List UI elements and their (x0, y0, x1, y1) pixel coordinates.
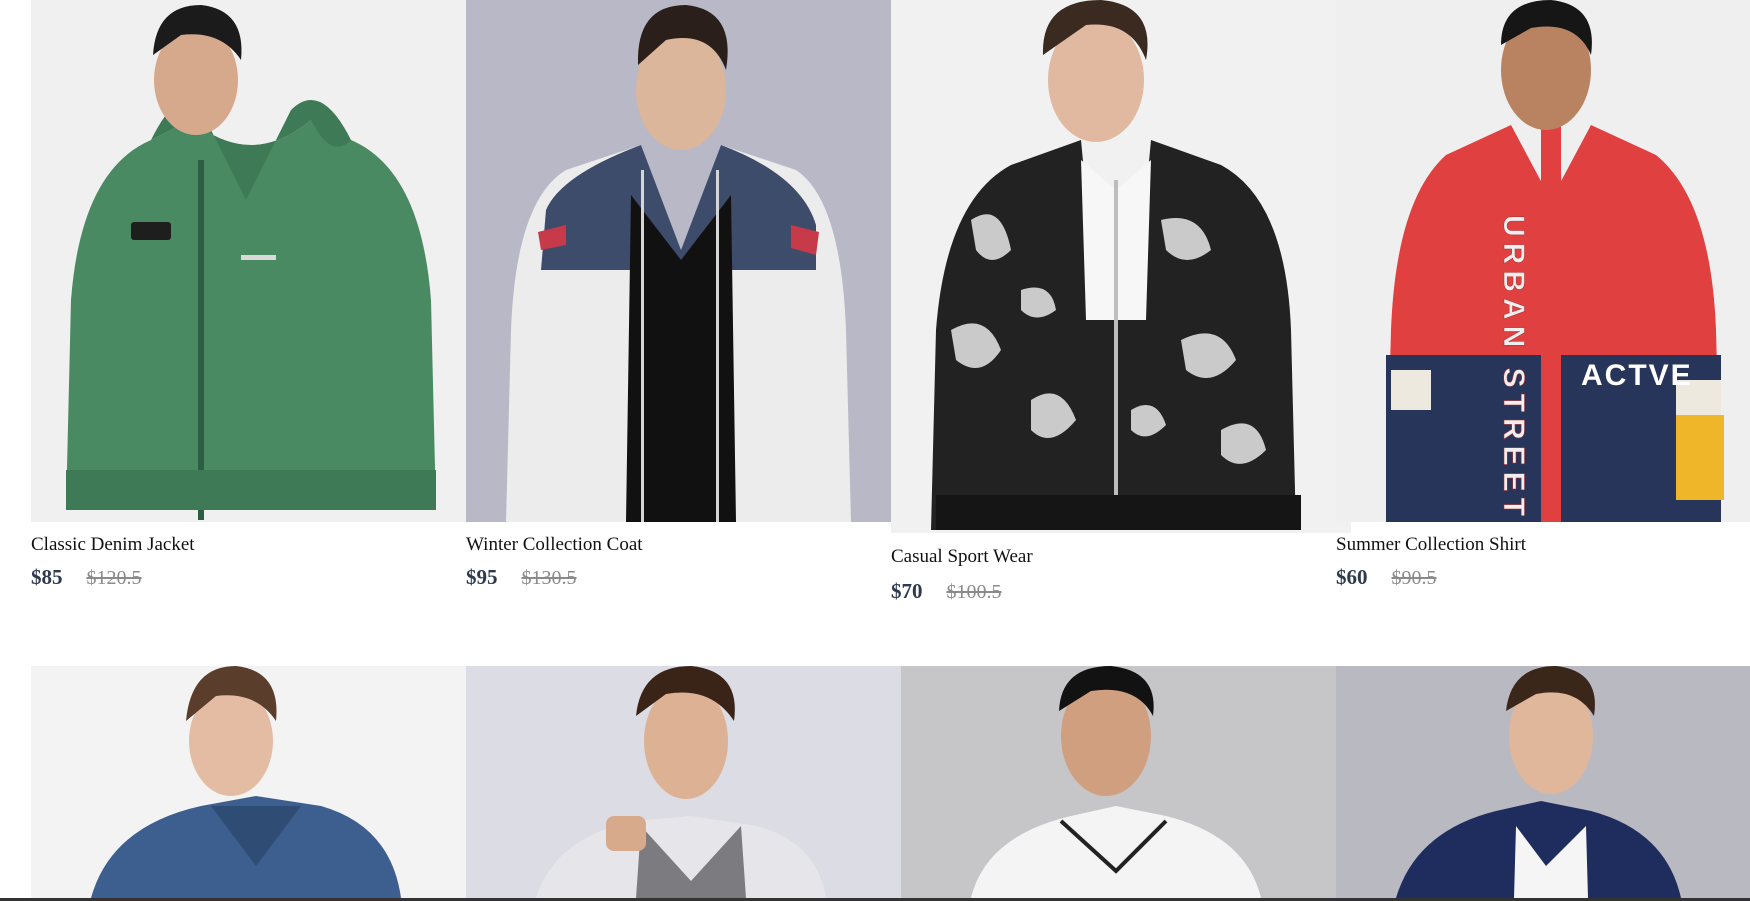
product-title[interactable]: Casual Sport Wear (891, 546, 1033, 568)
product-image[interactable] (31, 0, 466, 522)
product-original-price: $90.5 (1391, 567, 1437, 589)
price-row: $70 $100.5 (891, 579, 1002, 604)
product-image[interactable] (31, 666, 466, 898)
white-navy-puffer-jacket-image (466, 0, 891, 522)
product-card[interactable] (901, 666, 1336, 898)
navy-jacket-image (1336, 666, 1750, 898)
black-white-marble-bomber-image (891, 0, 1351, 533)
product-title[interactable]: Summer Collection Shirt (1336, 534, 1526, 556)
product-title[interactable]: Winter Collection Coat (466, 534, 643, 556)
product-card[interactable]: URBAN STREET ACTVE Summer Collection Shi… (1336, 0, 1750, 589)
product-image[interactable]: URBAN STREET ACTVE (1336, 0, 1750, 522)
product-card[interactable]: Winter Collection Coat $95 $130.5 (466, 0, 891, 589)
product-price: $95 (466, 565, 498, 589)
product-image[interactable] (466, 0, 891, 522)
urban-street-text: URBAN STREET (1497, 215, 1530, 522)
urban-street-print: URBAN STREET (1497, 215, 1531, 522)
price-row: $60 $90.5 (1336, 565, 1437, 590)
product-image[interactable] (901, 666, 1336, 898)
product-original-price: $120.5 (86, 567, 142, 589)
white-hooded-jacket-image (901, 666, 1336, 898)
product-title[interactable]: Classic Denim Jacket (31, 534, 195, 556)
product-price: $85 (31, 565, 63, 589)
product-price: $70 (891, 579, 923, 603)
product-original-price: $130.5 (521, 567, 577, 589)
price-row: $95 $130.5 (466, 565, 577, 590)
product-image[interactable] (466, 666, 901, 898)
green-hoodie-jacket-image (31, 0, 466, 522)
product-card[interactable]: Casual Sport Wear $70 $100.5 (891, 0, 1351, 603)
product-price: $60 (1336, 565, 1368, 589)
active-text: ACTVE (1581, 359, 1693, 392)
product-image[interactable] (1336, 666, 1750, 898)
product-card[interactable]: Classic Denim Jacket $85 $120.5 (31, 0, 466, 589)
product-card[interactable] (466, 666, 901, 898)
red-navy-windbreaker-image: URBAN STREET ACTVE (1336, 0, 1750, 522)
product-image[interactable] (891, 0, 1351, 533)
product-original-price: $100.5 (946, 581, 1002, 603)
product-card[interactable] (1336, 666, 1750, 898)
grey-zip-sweatshirt-image (466, 666, 901, 898)
product-card[interactable] (31, 666, 466, 898)
denim-jacket-image (31, 666, 466, 898)
price-row: $85 $120.5 (31, 565, 142, 590)
